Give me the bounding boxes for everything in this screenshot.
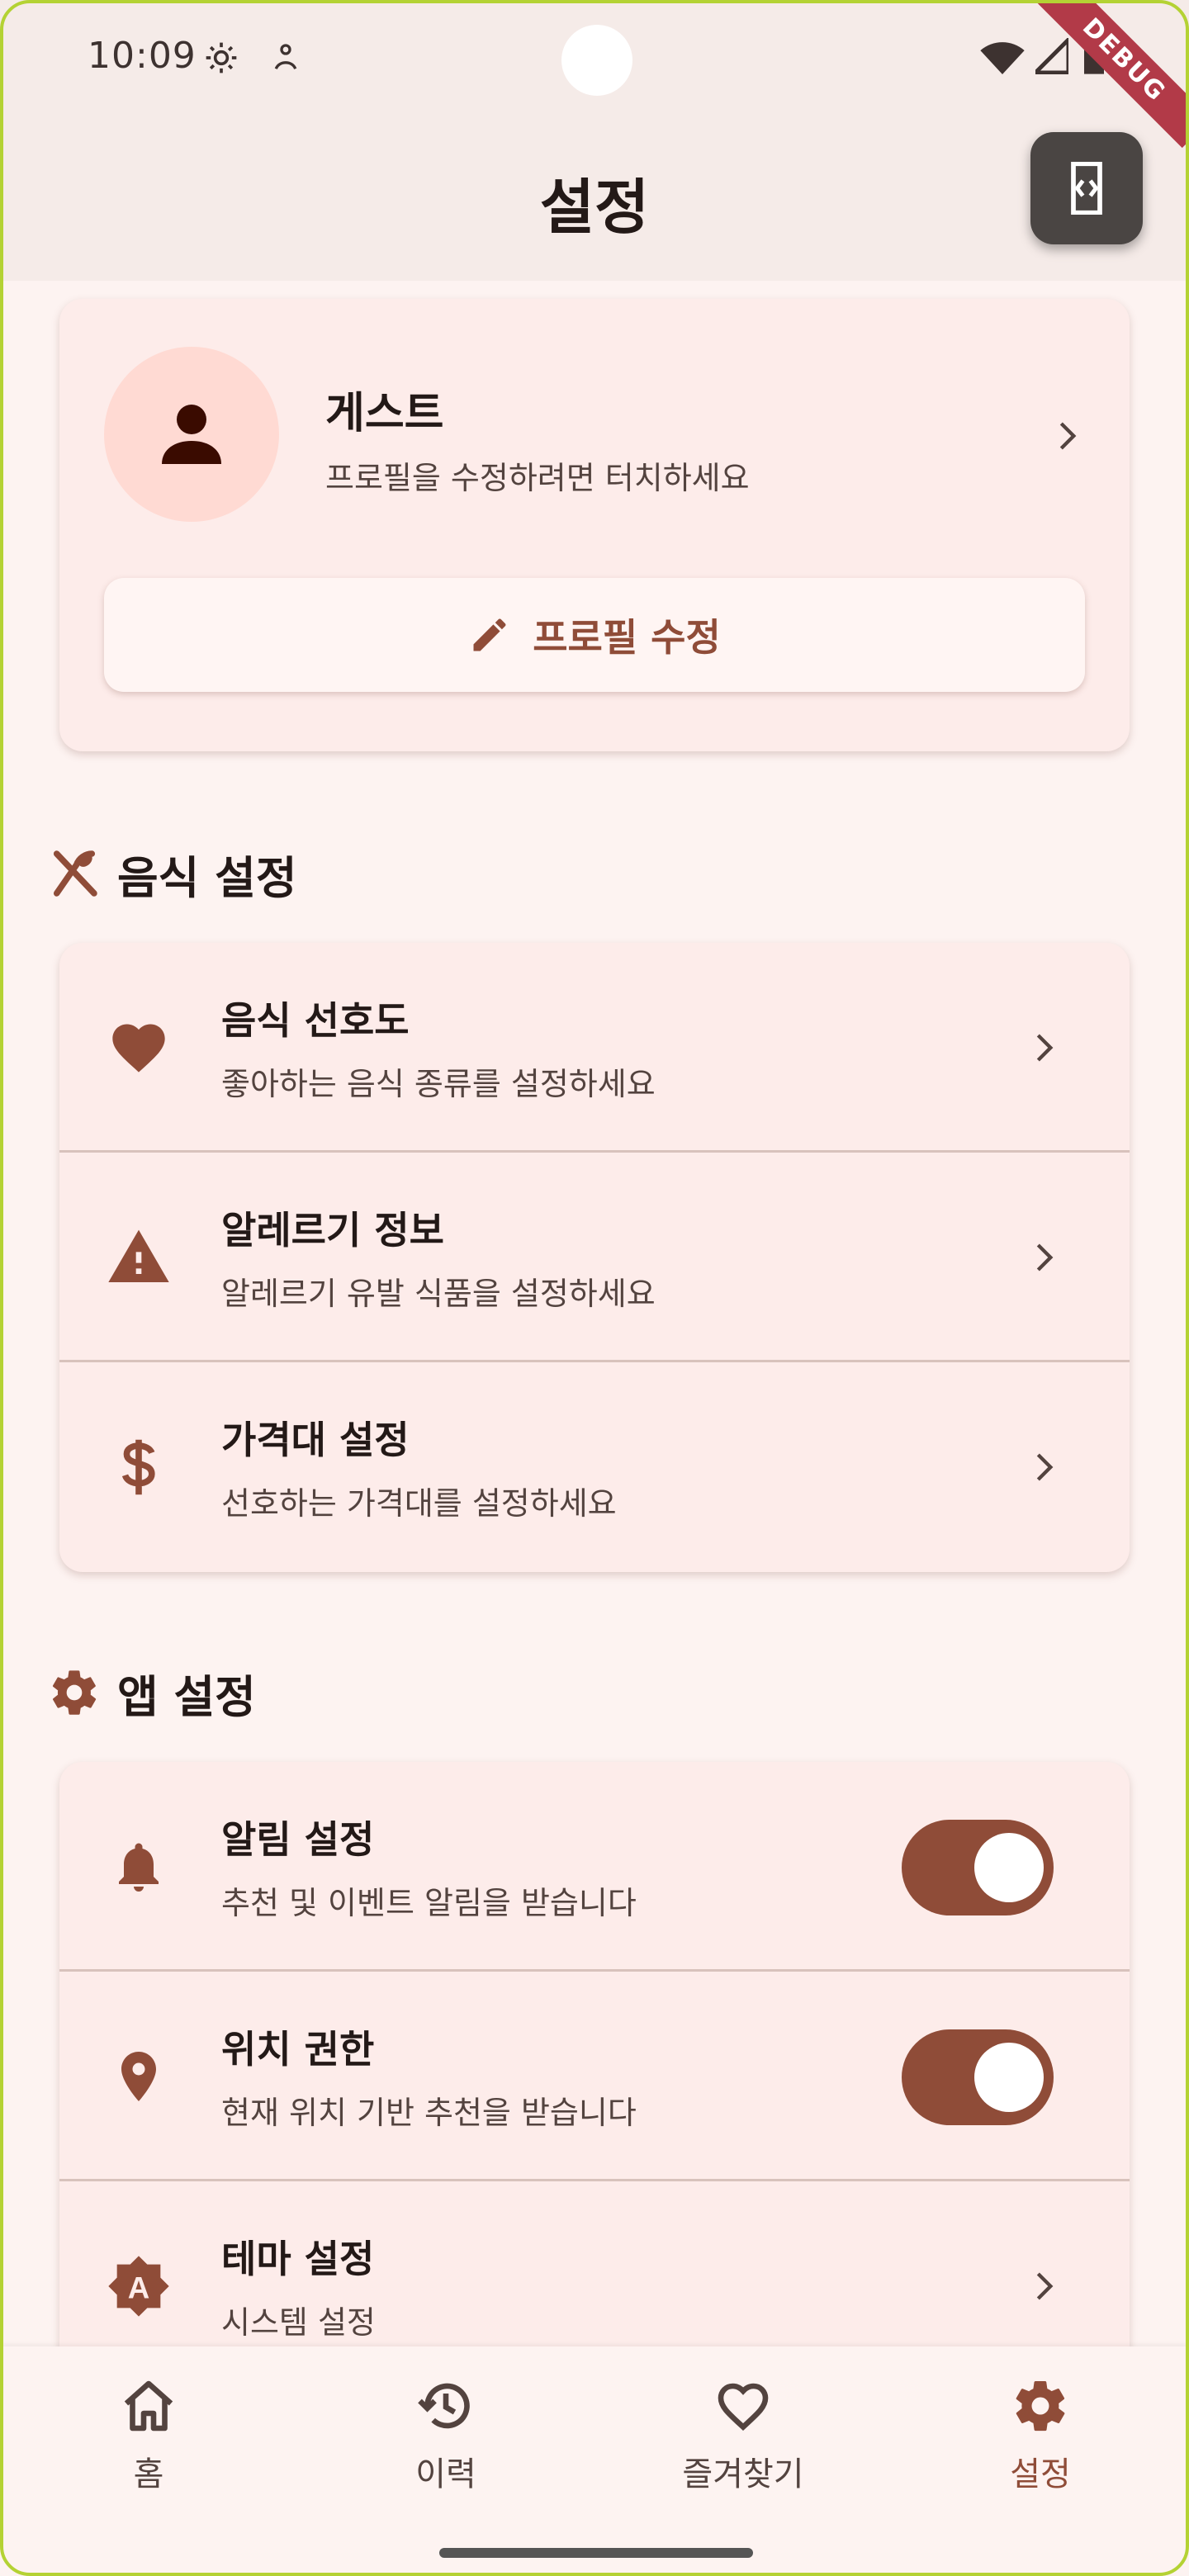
pencil-icon xyxy=(473,618,506,651)
tile-title: 위치 권한 xyxy=(221,2027,375,2072)
fork-spoon-icon xyxy=(53,850,97,897)
bell-icon xyxy=(119,1843,159,1892)
debug-inspector-button[interactable] xyxy=(1030,132,1143,244)
tile-subtitle: 알레르기 유발 식품을 설정하세요 xyxy=(221,1276,656,1312)
profile-card[interactable]: 게스트 프로필을 수정하려면 터치하세요 프로필 수정 xyxy=(59,299,1130,751)
tile-subtitle: 시스템 설정 xyxy=(221,2304,376,2341)
tile-title: 알림 설정 xyxy=(221,1817,375,1862)
wifi-icon xyxy=(980,42,1025,74)
chevron-right-icon xyxy=(1059,422,1077,450)
signal-icon xyxy=(1035,38,1068,74)
home-indicator xyxy=(439,2548,753,2558)
list-item-location-permission[interactable]: 위치 권한 현재 위치 기반 추천을 받습니다 xyxy=(59,1972,1130,2181)
tile-subtitle: 추천 및 이벤트 알림을 받습니다 xyxy=(221,1885,637,1921)
profile-name: 게스트 xyxy=(325,389,444,438)
nav-label: 이력 xyxy=(415,2455,476,2493)
chevron-right-icon xyxy=(1036,1034,1054,1062)
tile-subtitle: 선호하는 가격대를 설정하세요 xyxy=(221,1485,617,1522)
page-title: 설정 xyxy=(539,173,650,242)
avatar xyxy=(104,347,279,522)
status-time: 10:09 xyxy=(88,35,197,77)
settings-status-icon xyxy=(206,42,237,73)
tile-subtitle: 좋아하는 음식 종류를 설정하세요 xyxy=(221,1066,656,1102)
theme-icon: A xyxy=(108,2256,169,2317)
chevron-right-icon xyxy=(1036,2272,1054,2300)
chevron-right-icon xyxy=(1036,1243,1054,1271)
accessibility-status-icon xyxy=(274,44,297,70)
home-icon xyxy=(124,2380,173,2432)
nav-label: 홈 xyxy=(133,2455,164,2493)
food-settings-header: 음식 설정 xyxy=(48,841,297,907)
person-icon xyxy=(162,405,221,464)
edit-profile-label: 프로필 수정 xyxy=(533,615,721,660)
code-phone-icon xyxy=(1071,162,1102,215)
food-settings-card: 음식 선호도 좋아하는 음식 종류를 설정하세요 알레르기 정보 알레르기 유발… xyxy=(59,943,1130,1572)
nav-item-history[interactable]: 이력 xyxy=(347,2376,545,2495)
nav-label: 설정 xyxy=(1010,2455,1071,2493)
profile-subtitle: 프로필을 수정하려면 터치하세요 xyxy=(325,460,750,496)
app-settings-header: 앱 설정 xyxy=(48,1660,256,1726)
location-pin-icon xyxy=(121,2052,156,2101)
nav-item-settings[interactable]: 설정 xyxy=(941,2376,1139,2495)
tile-subtitle: 현재 위치 기반 추천을 받습니다 xyxy=(221,2095,637,2131)
tile-title: 음식 선호도 xyxy=(221,998,410,1043)
notifications-toggle[interactable] xyxy=(902,1820,1054,1915)
svg-text:A: A xyxy=(128,2271,149,2304)
app-settings-title: 앱 설정 xyxy=(117,1670,256,1723)
food-settings-title: 음식 설정 xyxy=(117,851,297,904)
list-item-notifications[interactable]: 알림 설정 추천 및 이벤트 알림을 받습니다 xyxy=(59,1762,1130,1972)
heart-icon xyxy=(112,1024,165,1073)
history-icon xyxy=(418,2383,470,2429)
app-bar: 설정 xyxy=(0,116,1189,281)
list-item-allergy-info[interactable]: 알레르기 정보 알레르기 유발 식품을 설정하세요 xyxy=(59,1153,1130,1362)
heart-outline-icon xyxy=(718,2383,769,2431)
chevron-right-icon xyxy=(1036,1453,1054,1481)
dollar-icon xyxy=(121,1439,155,1495)
app-settings-card: 알림 설정 추천 및 이벤트 알림을 받습니다 위치 권한 현재 위치 기반 추… xyxy=(59,1762,1130,2422)
gear-icon xyxy=(52,1670,97,1715)
warning-icon xyxy=(108,1229,169,1282)
nav-label: 즐겨찾기 xyxy=(682,2455,804,2493)
tile-title: 가격대 설정 xyxy=(221,1418,410,1462)
location-toggle[interactable] xyxy=(902,2029,1054,2125)
gear-icon xyxy=(1016,2381,1065,2432)
bottom-navigation-bar: 홈 이력 즐겨찾기 설정 xyxy=(0,2346,1189,2576)
toggle-knob xyxy=(974,1833,1044,1902)
tile-title: 테마 설정 xyxy=(221,2237,375,2281)
list-item-food-preference[interactable]: 음식 선호도 좋아하는 음식 종류를 설정하세요 xyxy=(59,943,1130,1153)
list-item-price-range[interactable]: 가격대 설정 선호하는 가격대를 설정하세요 xyxy=(59,1362,1130,1572)
nav-item-home[interactable]: 홈 xyxy=(50,2376,248,2495)
edit-profile-button[interactable]: 프로필 수정 xyxy=(104,578,1085,692)
tile-title: 알레르기 정보 xyxy=(221,1208,444,1252)
camera-cutout xyxy=(561,25,632,96)
status-bar: 10:09 xyxy=(0,0,1189,116)
nav-item-favorites[interactable]: 즐겨찾기 xyxy=(644,2376,842,2495)
toggle-knob xyxy=(974,2043,1044,2112)
